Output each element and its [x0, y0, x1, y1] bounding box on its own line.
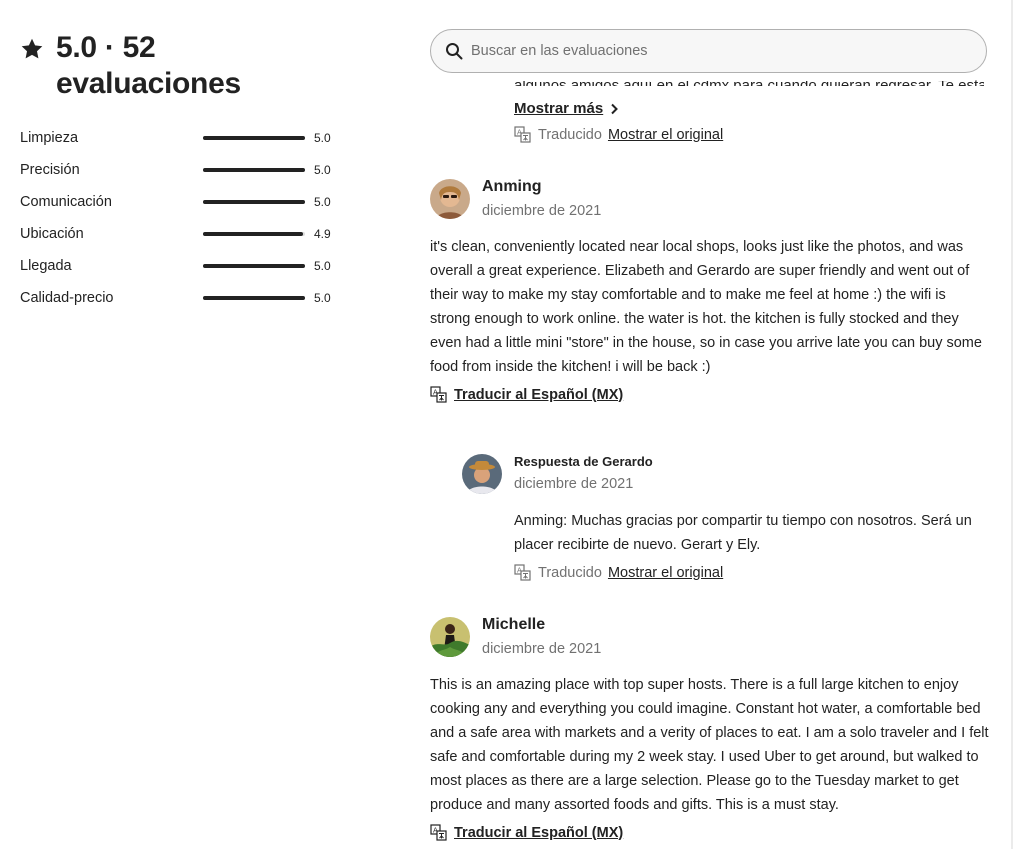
translate-icon: A	[514, 564, 531, 581]
star-icon	[21, 38, 43, 59]
category-row: Limpieza 5.0	[20, 122, 350, 154]
category-value: 4.9	[314, 227, 331, 241]
review-date: diciembre de 2021	[482, 203, 602, 219]
response-line: Anming: Muchas gracias por compartir tu …	[514, 513, 972, 529]
show-more-label: Mostrar más	[514, 100, 604, 117]
review-line: overall a great experience. Elizabeth an…	[430, 263, 970, 279]
search-icon	[446, 43, 463, 60]
host-avatar[interactable]	[462, 454, 502, 494]
host-response-text: Anming: Muchas gracias por compartir tu …	[514, 509, 972, 557]
category-bar	[203, 168, 305, 172]
reviewer-header: Anming diciembre de 2021	[430, 176, 601, 222]
translate-icon: A	[430, 386, 447, 403]
category-row: Calidad-precio 5.0	[20, 282, 350, 314]
search-input[interactable]	[471, 43, 951, 59]
category-bar-fill	[203, 200, 305, 204]
rating-score: 5.0 · 52	[56, 31, 156, 64]
review-line: most places as there are a large selecti…	[430, 773, 959, 789]
translate-link-label: Traducir al Español (MX)	[454, 386, 624, 403]
category-value: 5.0	[314, 259, 331, 273]
category-label: Llegada	[20, 258, 72, 274]
category-ratings: Limpieza 5.0 Precisión 5.0 Comunicación …	[20, 122, 350, 314]
category-bar-fill	[203, 264, 305, 268]
previous-review-text: algunos amigos aquí en el cdmx para cuan…	[514, 77, 984, 86]
translated-note: A Traducido Mostrar el original	[514, 126, 723, 143]
avatar[interactable]	[430, 617, 470, 657]
translate-button[interactable]: A Traducir al Español (MX)	[430, 824, 623, 841]
category-bar-fill	[203, 232, 303, 236]
show-original-link[interactable]: Mostrar el original	[608, 565, 723, 581]
review-line: their way to make my stay comfortable an…	[430, 287, 946, 303]
category-value: 5.0	[314, 291, 331, 305]
rating-header: 5.0 · 52 evaluaciones	[20, 30, 350, 102]
category-bar-fill	[203, 168, 305, 172]
translate-link-label: Traducir al Español (MX)	[454, 824, 624, 841]
rating-count-label: evaluaciones	[56, 67, 241, 100]
reviewer-header: Michelle diciembre de 2021	[430, 614, 601, 660]
rating-title: 5.0 · 52 evaluaciones	[56, 30, 241, 102]
review-line: produce and many assorted foods and gift…	[430, 797, 839, 813]
translate-button[interactable]: A Traducir al Español (MX)	[430, 386, 623, 403]
response-line: placer recibirte de nuevo. Gerart y Ely.	[514, 537, 761, 553]
chevron-right-icon	[611, 103, 619, 114]
host-response-header: Respuesta de Gerardo diciembre de 2021	[462, 453, 653, 495]
category-value: 5.0	[314, 163, 331, 177]
review-line: safe and comfortable during my 2 week st…	[430, 749, 979, 765]
category-bar	[203, 232, 305, 236]
category-row: Llegada 5.0	[20, 250, 350, 282]
category-label: Ubicación	[20, 226, 84, 242]
review-date: diciembre de 2021	[482, 641, 602, 657]
category-bar	[203, 200, 305, 204]
review-line: and a safe area with markets and a verit…	[430, 725, 989, 741]
category-row: Ubicación 4.9	[20, 218, 350, 250]
review-line: food from inside the kitchen! i will be …	[430, 359, 711, 375]
response-date: diciembre de 2021	[514, 476, 634, 492]
category-bar	[203, 136, 305, 140]
review-line: cooking any and everything you could ima…	[430, 701, 981, 717]
reviewer-name: Anming	[482, 178, 542, 195]
translated-label: Traducido	[538, 564, 602, 581]
avatar[interactable]	[430, 179, 470, 219]
category-label: Comunicación	[20, 194, 112, 210]
category-row: Precisión 5.0	[20, 154, 350, 186]
category-label: Calidad-precio	[20, 290, 114, 306]
category-bar	[203, 296, 305, 300]
reviewer-name: Michelle	[482, 616, 546, 633]
rating-summary: 5.0 · 52 evaluaciones Limpieza 5.0 Preci…	[20, 30, 350, 314]
show-original-link[interactable]: Mostrar el original	[608, 127, 723, 143]
review-line: even had a little mini "store" in the ho…	[430, 335, 982, 351]
category-bar	[203, 264, 305, 268]
show-more-link[interactable]: Mostrar más	[514, 100, 619, 117]
category-bar-fill	[203, 136, 305, 140]
review-line: This is an amazing place with top super …	[430, 677, 959, 693]
review-text: it's clean, conveniently located near lo…	[430, 235, 982, 379]
translated-note: A Traducido Mostrar el original	[514, 564, 723, 581]
response-title: Respuesta de Gerardo	[514, 454, 653, 469]
category-row: Comunicación 5.0	[20, 186, 350, 218]
category-bar-fill	[203, 296, 305, 300]
review-line: it's clean, conveniently located near lo…	[430, 239, 964, 255]
translate-icon: A	[514, 126, 531, 143]
category-value: 5.0	[314, 131, 331, 145]
category-label: Precisión	[20, 162, 80, 178]
category-value: 5.0	[314, 195, 331, 209]
translate-icon: A	[430, 824, 447, 841]
review-search-box[interactable]	[430, 29, 987, 73]
review-line: strong enough to work online. the water …	[430, 311, 959, 327]
category-label: Limpieza	[20, 130, 79, 146]
translated-label: Traducido	[538, 126, 602, 143]
review-text: This is an amazing place with top super …	[430, 673, 989, 817]
